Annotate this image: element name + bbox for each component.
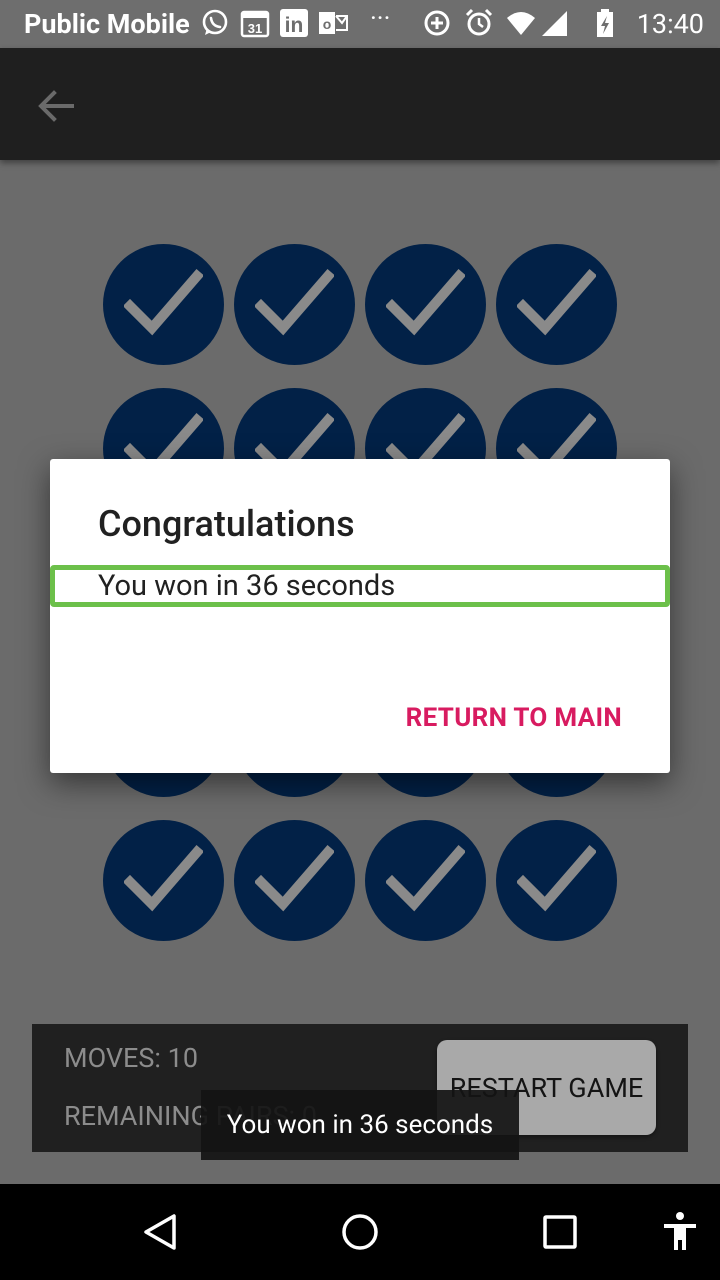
arrow-back-icon[interactable]	[30, 80, 82, 132]
toast: You won in 36 seconds	[201, 1090, 519, 1160]
matched-card[interactable]	[234, 244, 355, 365]
linkedin-text: in	[285, 14, 304, 37]
check-icon	[386, 268, 465, 336]
return-to-main-button[interactable]: RETURN TO MAIN	[406, 703, 622, 733]
alarm-icon	[465, 8, 493, 36]
dialog-title: Congratulations	[98, 503, 355, 545]
carrier-name: Public Mobile	[24, 8, 190, 40]
check-icon	[386, 844, 465, 912]
moves-counter: MOVES: 10	[64, 1042, 199, 1074]
wifi-icon	[507, 12, 535, 35]
navigation-bar	[0, 1184, 720, 1280]
home-icon[interactable]	[338, 1210, 382, 1254]
matched-card[interactable]	[365, 244, 486, 365]
check-icon	[517, 844, 596, 912]
calendar-day: 31	[248, 21, 262, 36]
message-highlight-box	[50, 565, 670, 607]
accessibility-icon[interactable]	[658, 1210, 702, 1254]
signal-icon	[542, 11, 567, 36]
matched-card[interactable]	[103, 820, 224, 941]
matched-card[interactable]	[103, 244, 224, 365]
app-bar	[0, 48, 720, 160]
linkedin-icon: in	[280, 9, 308, 37]
back-icon[interactable]	[138, 1210, 182, 1254]
check-icon	[124, 268, 203, 336]
matched-card[interactable]	[234, 820, 355, 941]
more-icon: ···	[370, 4, 391, 34]
outlook-icon: o	[319, 12, 348, 34]
check-icon	[255, 844, 334, 912]
outlook-text: o	[323, 16, 332, 32]
clock: 13:40	[636, 8, 704, 40]
status-bar: Public Mobile 31 in o ··· 13:40	[0, 0, 720, 48]
data-saver-icon	[424, 10, 450, 36]
check-icon	[124, 844, 203, 912]
whatsapp-icon	[202, 9, 228, 35]
check-icon	[255, 268, 334, 336]
matched-card[interactable]	[496, 244, 617, 365]
matched-card[interactable]	[365, 820, 486, 941]
check-icon	[517, 268, 596, 336]
matched-card[interactable]	[496, 820, 617, 941]
recents-icon[interactable]	[538, 1210, 582, 1254]
congratulations-dialog: Congratulations You won in 36 seconds RE…	[50, 459, 670, 773]
battery-charging-icon	[597, 9, 613, 37]
calendar-icon: 31	[240, 10, 270, 38]
